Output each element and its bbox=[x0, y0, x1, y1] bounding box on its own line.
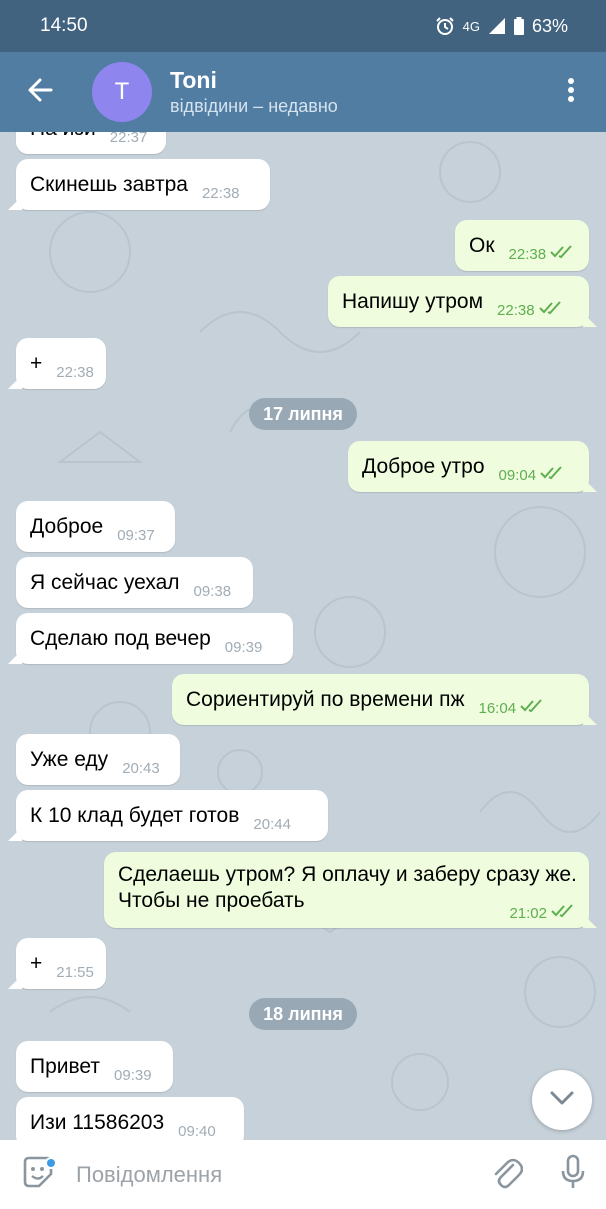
message-time: 22:37 bbox=[110, 132, 148, 154]
chat-area[interactable]: На изи22:37Скинешь завтра22:38Ок22:38Нап… bbox=[0, 132, 606, 1140]
message-bubble-outgoing[interactable]: Доброе утро 09:04 bbox=[348, 441, 597, 492]
attach-button[interactable] bbox=[474, 1140, 540, 1209]
message-time: 22:38 bbox=[497, 301, 563, 327]
message-time-text: 16:04 bbox=[478, 699, 517, 717]
message-bubble-outgoing[interactable]: Напишу утром 22:38 bbox=[328, 276, 597, 327]
message-time-text: 21:55 bbox=[56, 964, 94, 981]
message-time: 09:40 bbox=[178, 1123, 216, 1140]
date-separator: 17 липня bbox=[249, 398, 357, 430]
status-bar: 14:50 4G 63% bbox=[0, 0, 606, 52]
message-time-text: 20:44 bbox=[253, 816, 291, 833]
read-checkmarks-icon bbox=[550, 245, 574, 263]
status-time: 14:50 bbox=[40, 15, 88, 36]
message-text: Уже еду bbox=[30, 748, 109, 771]
message-time-text: 09:39 bbox=[224, 639, 263, 656]
message-time: 21:55 bbox=[56, 964, 94, 989]
sticker-button[interactable] bbox=[0, 1140, 76, 1209]
message-bubble-incoming[interactable]: Изи 11586203 09:40 bbox=[16, 1097, 244, 1140]
message-time-text: 22:38 bbox=[497, 301, 535, 319]
battery-percent: 63% bbox=[531, 15, 568, 36]
back-arrow-icon bbox=[27, 77, 53, 108]
message-text: Я сейчас уехал bbox=[30, 571, 180, 594]
message-time: 09:37 bbox=[117, 527, 155, 552]
attach-icon bbox=[491, 1155, 524, 1194]
message-bubble-outgoing[interactable]: Ок 22:38 bbox=[455, 220, 589, 271]
message-text: + bbox=[30, 952, 43, 975]
date-separator: 18 липня bbox=[249, 998, 357, 1030]
message-input[interactable] bbox=[76, 1149, 474, 1200]
message-text: + bbox=[30, 352, 43, 375]
status-icons: 4G 63% bbox=[435, 16, 568, 37]
message-text: Сделаю под вечер bbox=[30, 627, 211, 650]
message-time-text: 09:40 bbox=[178, 1123, 216, 1140]
message-time-text: 22:37 bbox=[109, 132, 148, 146]
more-vertical-icon bbox=[567, 77, 575, 108]
message-text: Ок bbox=[469, 234, 495, 257]
message-time: 22:38 bbox=[56, 364, 94, 389]
battery-icon bbox=[513, 17, 524, 35]
signal-icon bbox=[488, 17, 506, 35]
message-time: 09:39 bbox=[225, 639, 263, 664]
message-time: 16:04 bbox=[479, 699, 545, 725]
message-bubble-outgoing[interactable]: Сделаешь утром? Я оплачу и заберу сразу … bbox=[104, 852, 597, 928]
avatar[interactable]: T bbox=[92, 62, 152, 122]
message-time-text: 09:04 bbox=[498, 466, 537, 484]
network-type: 4G bbox=[462, 18, 480, 34]
message-time-text: 22:38 bbox=[508, 245, 547, 263]
sticker-notification-dot bbox=[45, 1157, 57, 1169]
chat-name: Toni bbox=[170, 67, 217, 93]
message-text: Доброе утро bbox=[362, 455, 485, 478]
message-bubble-incoming[interactable]: На изи 22:37 bbox=[16, 132, 166, 154]
message-time-text: 21:02 bbox=[509, 904, 547, 922]
microphone-icon bbox=[560, 1154, 586, 1195]
message-time-text: 22:38 bbox=[56, 364, 94, 381]
message-time-text: 20:43 bbox=[122, 760, 160, 777]
message-text: Привет bbox=[30, 1055, 101, 1078]
read-checkmarks-icon bbox=[551, 904, 575, 922]
alarm-icon bbox=[435, 16, 455, 36]
message-text: Сделаешь утром? Я оплачу и заберу сразу … bbox=[118, 863, 577, 912]
more-options-button[interactable] bbox=[536, 52, 606, 132]
message-time-text: 09:39 bbox=[114, 1067, 152, 1084]
message-input-bar bbox=[0, 1140, 606, 1209]
message-time: 09:38 bbox=[194, 583, 232, 608]
chat-last-seen: відвідини – недавно bbox=[170, 96, 338, 116]
scroll-down-button[interactable] bbox=[532, 1070, 592, 1130]
message-text: На изи bbox=[30, 132, 96, 154]
message-bubble-incoming[interactable]: Я сейчас уехал 09:38 bbox=[16, 557, 253, 608]
message-text: К 10 клад будет готов bbox=[30, 804, 240, 827]
message-time-text: 22:38 bbox=[201, 185, 240, 202]
message-text: Напишу утром bbox=[342, 290, 484, 313]
message-time: 22:38 bbox=[509, 245, 575, 271]
chat-title-block[interactable]: Toni відвідини – недавно bbox=[170, 66, 536, 118]
read-checkmarks-icon bbox=[540, 466, 564, 484]
message-bubble-incoming[interactable]: Сделаю под вечер 09:39 bbox=[8, 613, 293, 664]
chevron-down-icon bbox=[549, 1090, 575, 1111]
read-checkmarks-icon bbox=[538, 301, 563, 319]
message-time: 09:04 bbox=[499, 466, 565, 492]
message-time: 20:43 bbox=[122, 760, 160, 785]
message-text: Сориентируй по времени пж bbox=[186, 688, 465, 711]
message-time: 09:39 bbox=[114, 1067, 152, 1092]
message-time: 20:44 bbox=[253, 816, 291, 841]
message-text: Изи 11586203 bbox=[30, 1111, 165, 1134]
chat-header: T Toni відвідини – недавно bbox=[0, 52, 606, 132]
message-bubble-incoming[interactable]: Скинешь завтра 22:38 bbox=[8, 159, 270, 210]
message-time-text: 09:38 bbox=[193, 583, 232, 600]
message-bubble-incoming[interactable]: +21:55 bbox=[8, 938, 106, 989]
microphone-button[interactable] bbox=[540, 1140, 606, 1209]
read-checkmarks-icon bbox=[520, 699, 544, 717]
message-time-text: 09:37 bbox=[117, 527, 155, 544]
message-bubble-incoming[interactable]: +22:38 bbox=[8, 338, 106, 389]
message-time: 21:02 bbox=[509, 904, 575, 922]
back-button[interactable] bbox=[0, 52, 80, 132]
message-bubble-incoming[interactable]: К 10 клад будет готов 20:44 bbox=[8, 790, 328, 841]
message-text: Скинешь завтра bbox=[30, 173, 188, 196]
message-bubble-incoming[interactable]: Уже еду 20:43 bbox=[16, 734, 180, 785]
message-bubble-outgoing[interactable]: Сориентируй по времени пж 16:04 bbox=[172, 674, 597, 725]
message-bubble-incoming[interactable]: Доброе 09:37 bbox=[16, 501, 175, 552]
message-bubble-incoming[interactable]: Привет 09:39 bbox=[16, 1041, 173, 1092]
message-text: Доброе bbox=[30, 515, 104, 538]
message-time: 22:38 bbox=[202, 185, 240, 210]
